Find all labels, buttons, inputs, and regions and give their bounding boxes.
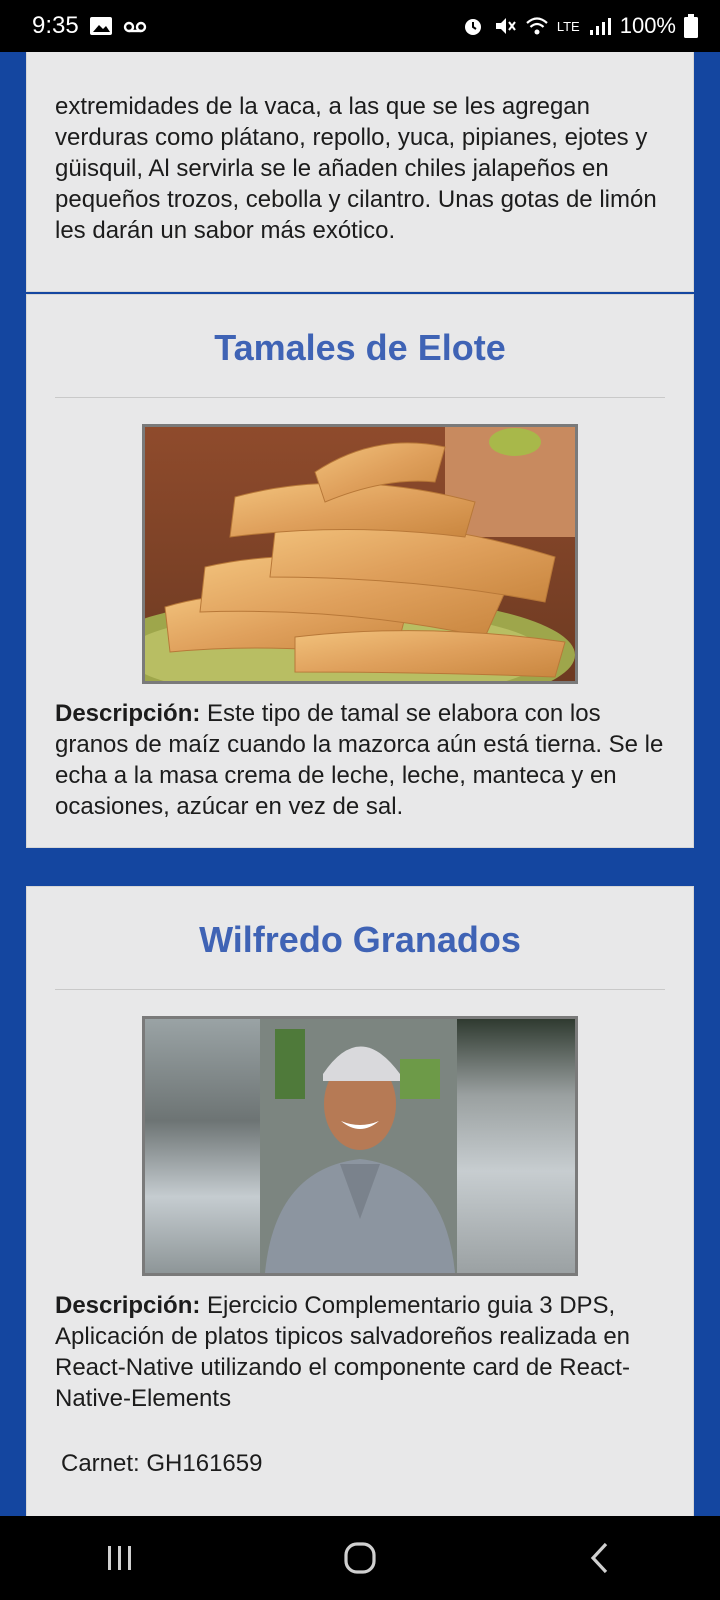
status-bar: 9:35 LTE 100%: [0, 0, 720, 52]
tamales-photo: [142, 424, 578, 684]
description-label: Descripción:: [55, 1292, 201, 1319]
author-image: [145, 1019, 575, 1273]
battery-percent: 100%: [619, 13, 676, 38]
recipe-card-tamales: Tamales de Elote Descripción: Este tipo …: [26, 294, 694, 848]
card-divider: [55, 989, 665, 990]
tamales-image: [145, 427, 575, 681]
status-time: 9:35: [32, 12, 79, 39]
recipe-card-previous: extremidades de la vaca, a las que se le…: [26, 52, 694, 292]
card-description-tail: extremidades de la vaca, a las que se le…: [55, 93, 657, 244]
card-description: Descripción: Ejercicio Complementario gu…: [27, 1276, 693, 1414]
recents-button[interactable]: [80, 1528, 160, 1588]
alarm-icon: [464, 19, 481, 35]
card-title: Wilfredo Granados: [199, 919, 521, 960]
card-list[interactable]: extremidades de la vaca, a las que se le…: [0, 52, 720, 1516]
wifi-icon: [526, 17, 548, 35]
back-icon: [590, 1542, 608, 1574]
author-card: Wilfredo Granados Descripción: Ejercicio…: [26, 886, 694, 1516]
battery-icon: [684, 14, 698, 38]
card-description: Descripción: Este tipo de tamal se elabo…: [27, 684, 693, 822]
card-title: Tamales de Elote: [214, 327, 506, 368]
author-photo: [142, 1016, 578, 1276]
back-button[interactable]: [560, 1528, 640, 1588]
recents-icon: [108, 1546, 131, 1570]
mute-icon: [495, 18, 516, 34]
voicemail-icon: [123, 21, 146, 33]
home-icon: [344, 1542, 376, 1574]
signal-icon: [589, 18, 611, 35]
network-type: LTE: [556, 18, 580, 34]
carnet-text: Carnet: GH161659: [61, 1450, 263, 1477]
card-divider: [55, 397, 665, 398]
gallery-icon: [89, 17, 112, 35]
home-button[interactable]: [320, 1528, 400, 1588]
description-label: Descripción:: [55, 700, 201, 727]
navigation-bar: [0, 1516, 720, 1600]
